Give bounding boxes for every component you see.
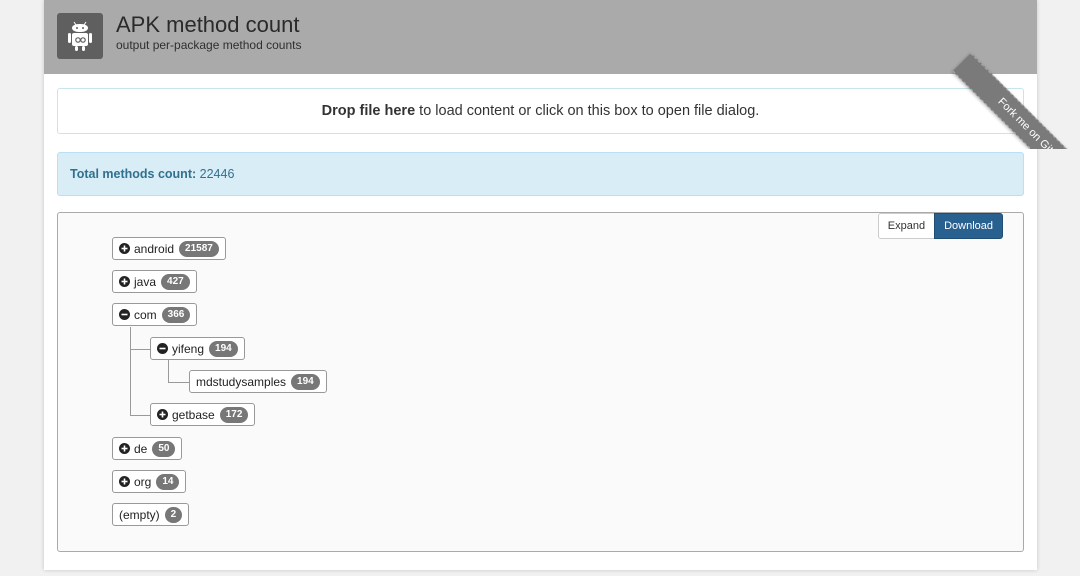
total-label: Total methods count: <box>70 167 197 181</box>
file-drop-zone[interactable]: Drop file here to load content or click … <box>57 88 1024 134</box>
expand-button[interactable]: Expand <box>877 213 936 239</box>
node-label: (empty) <box>119 507 160 522</box>
download-button[interactable]: Download <box>934 213 1003 239</box>
tree-node-getbase[interactable]: getbase 172 <box>150 403 256 426</box>
minus-circle-icon[interactable] <box>157 343 168 354</box>
minus-circle-icon[interactable] <box>119 309 130 320</box>
node-label: com <box>134 307 157 322</box>
node-label: getbase <box>172 407 215 422</box>
plus-circle-icon[interactable] <box>119 443 130 454</box>
node-label: yifeng <box>172 341 205 356</box>
page-title: APK method count <box>116 12 300 37</box>
tree-connector <box>130 349 152 350</box>
drop-zone-text: to load content or click on this box to … <box>415 103 760 119</box>
app-header: APK method count output per-package meth… <box>44 0 1037 74</box>
tree-connector <box>168 360 169 382</box>
total-value: 22446 <box>199 167 235 181</box>
tree-node-java[interactable]: java 427 <box>112 270 197 293</box>
tree-node-org[interactable]: org 14 <box>112 470 187 493</box>
plus-circle-icon[interactable] <box>119 243 130 254</box>
method-count-badge: 427 <box>161 273 190 290</box>
package-tree-panel: Expand Download android 21587 java 427 c… <box>57 212 1024 552</box>
tree-toolbar: Expand Download <box>877 213 1003 239</box>
tree-connector <box>168 382 190 383</box>
tree-node-empty[interactable]: (empty) 2 <box>112 503 190 526</box>
drop-zone-bold-text: Drop file here <box>321 103 416 119</box>
node-label: java <box>134 274 157 289</box>
page-subtitle: output per-package method counts <box>116 38 302 52</box>
tree-node-de[interactable]: de 50 <box>112 437 183 460</box>
node-label: org <box>134 474 152 489</box>
method-count-badge: 21587 <box>179 240 219 257</box>
tree-node-android[interactable]: android 21587 <box>112 237 226 260</box>
plus-circle-icon[interactable] <box>119 476 130 487</box>
tree-connector <box>130 415 152 416</box>
node-label: android <box>134 241 175 256</box>
tree-connector <box>130 327 131 415</box>
plus-circle-icon[interactable] <box>157 409 168 420</box>
tree-node-com[interactable]: com 366 <box>112 303 198 326</box>
android-robot-icon <box>57 13 103 59</box>
github-ribbon-container: Fork me on GitHub <box>931 0 1080 149</box>
method-count-badge: 2 <box>164 506 183 523</box>
total-methods-alert: Total methods count: 22446 <box>57 152 1024 196</box>
node-label: mdstudysamples <box>196 374 287 389</box>
method-count-badge: 14 <box>156 473 180 490</box>
method-count-badge: 50 <box>152 440 176 457</box>
method-count-badge: 194 <box>209 340 238 357</box>
tree-node-mdstudysamples[interactable]: mdstudysamples 194 <box>189 370 327 393</box>
fork-me-ribbon-link[interactable]: Fork me on GitHub <box>952 53 1080 149</box>
page-container: APK method count output per-package meth… <box>44 0 1037 570</box>
plus-circle-icon[interactable] <box>119 276 130 287</box>
method-count-badge: 172 <box>219 406 249 423</box>
node-label: de <box>134 441 148 456</box>
tree-node-yifeng[interactable]: yifeng 194 <box>150 337 245 360</box>
method-count-badge: 366 <box>161 306 191 323</box>
method-count-badge: 194 <box>291 373 320 390</box>
